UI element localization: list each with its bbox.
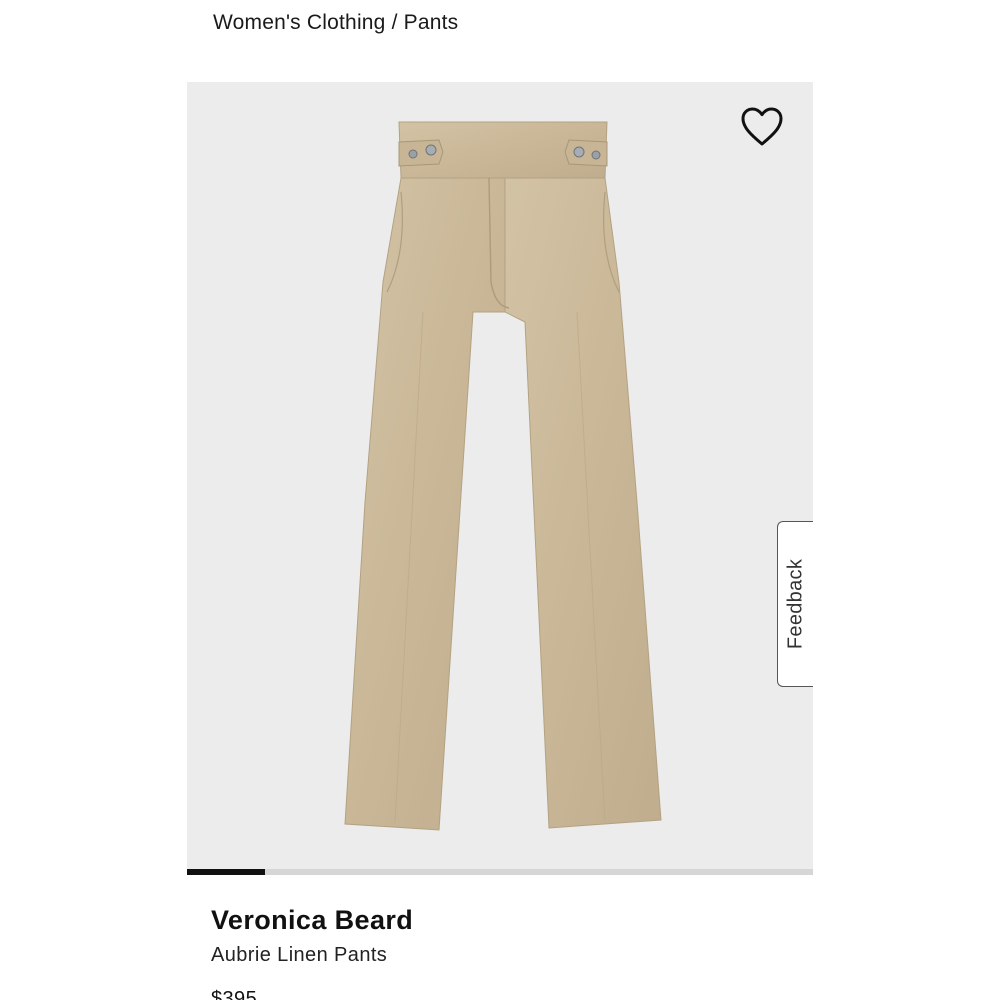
product-price: $395	[211, 988, 258, 1000]
product-brand[interactable]: Veronica Beard	[211, 905, 413, 936]
breadcrumb[interactable]: Women's Clothing / Pants	[213, 11, 458, 35]
gallery-progress-fill	[187, 869, 266, 875]
feedback-tab[interactable]: Feedback	[777, 521, 813, 687]
left-button	[408, 149, 418, 159]
right-button	[573, 146, 585, 158]
left-button-2	[425, 144, 437, 156]
favorite-heart-icon[interactable]	[740, 106, 784, 148]
left-waist-tab	[398, 139, 444, 167]
right-waist-tab	[564, 139, 608, 167]
gallery-progress-bar	[187, 869, 813, 875]
product-screen: Women's Clothing / Pants Feedback Veroni…	[187, 0, 813, 1000]
right-button-2	[591, 150, 601, 160]
left-leg	[344, 177, 506, 831]
page: Women's Clothing / Pants Feedback Veroni…	[0, 0, 1000, 1000]
feedback-label: Feedback	[784, 558, 806, 650]
product-image	[344, 121, 662, 831]
right-leg	[504, 177, 662, 829]
product-name: Aubrie Linen Pants	[211, 944, 388, 966]
product-image-gallery[interactable]: Feedback	[187, 82, 813, 869]
